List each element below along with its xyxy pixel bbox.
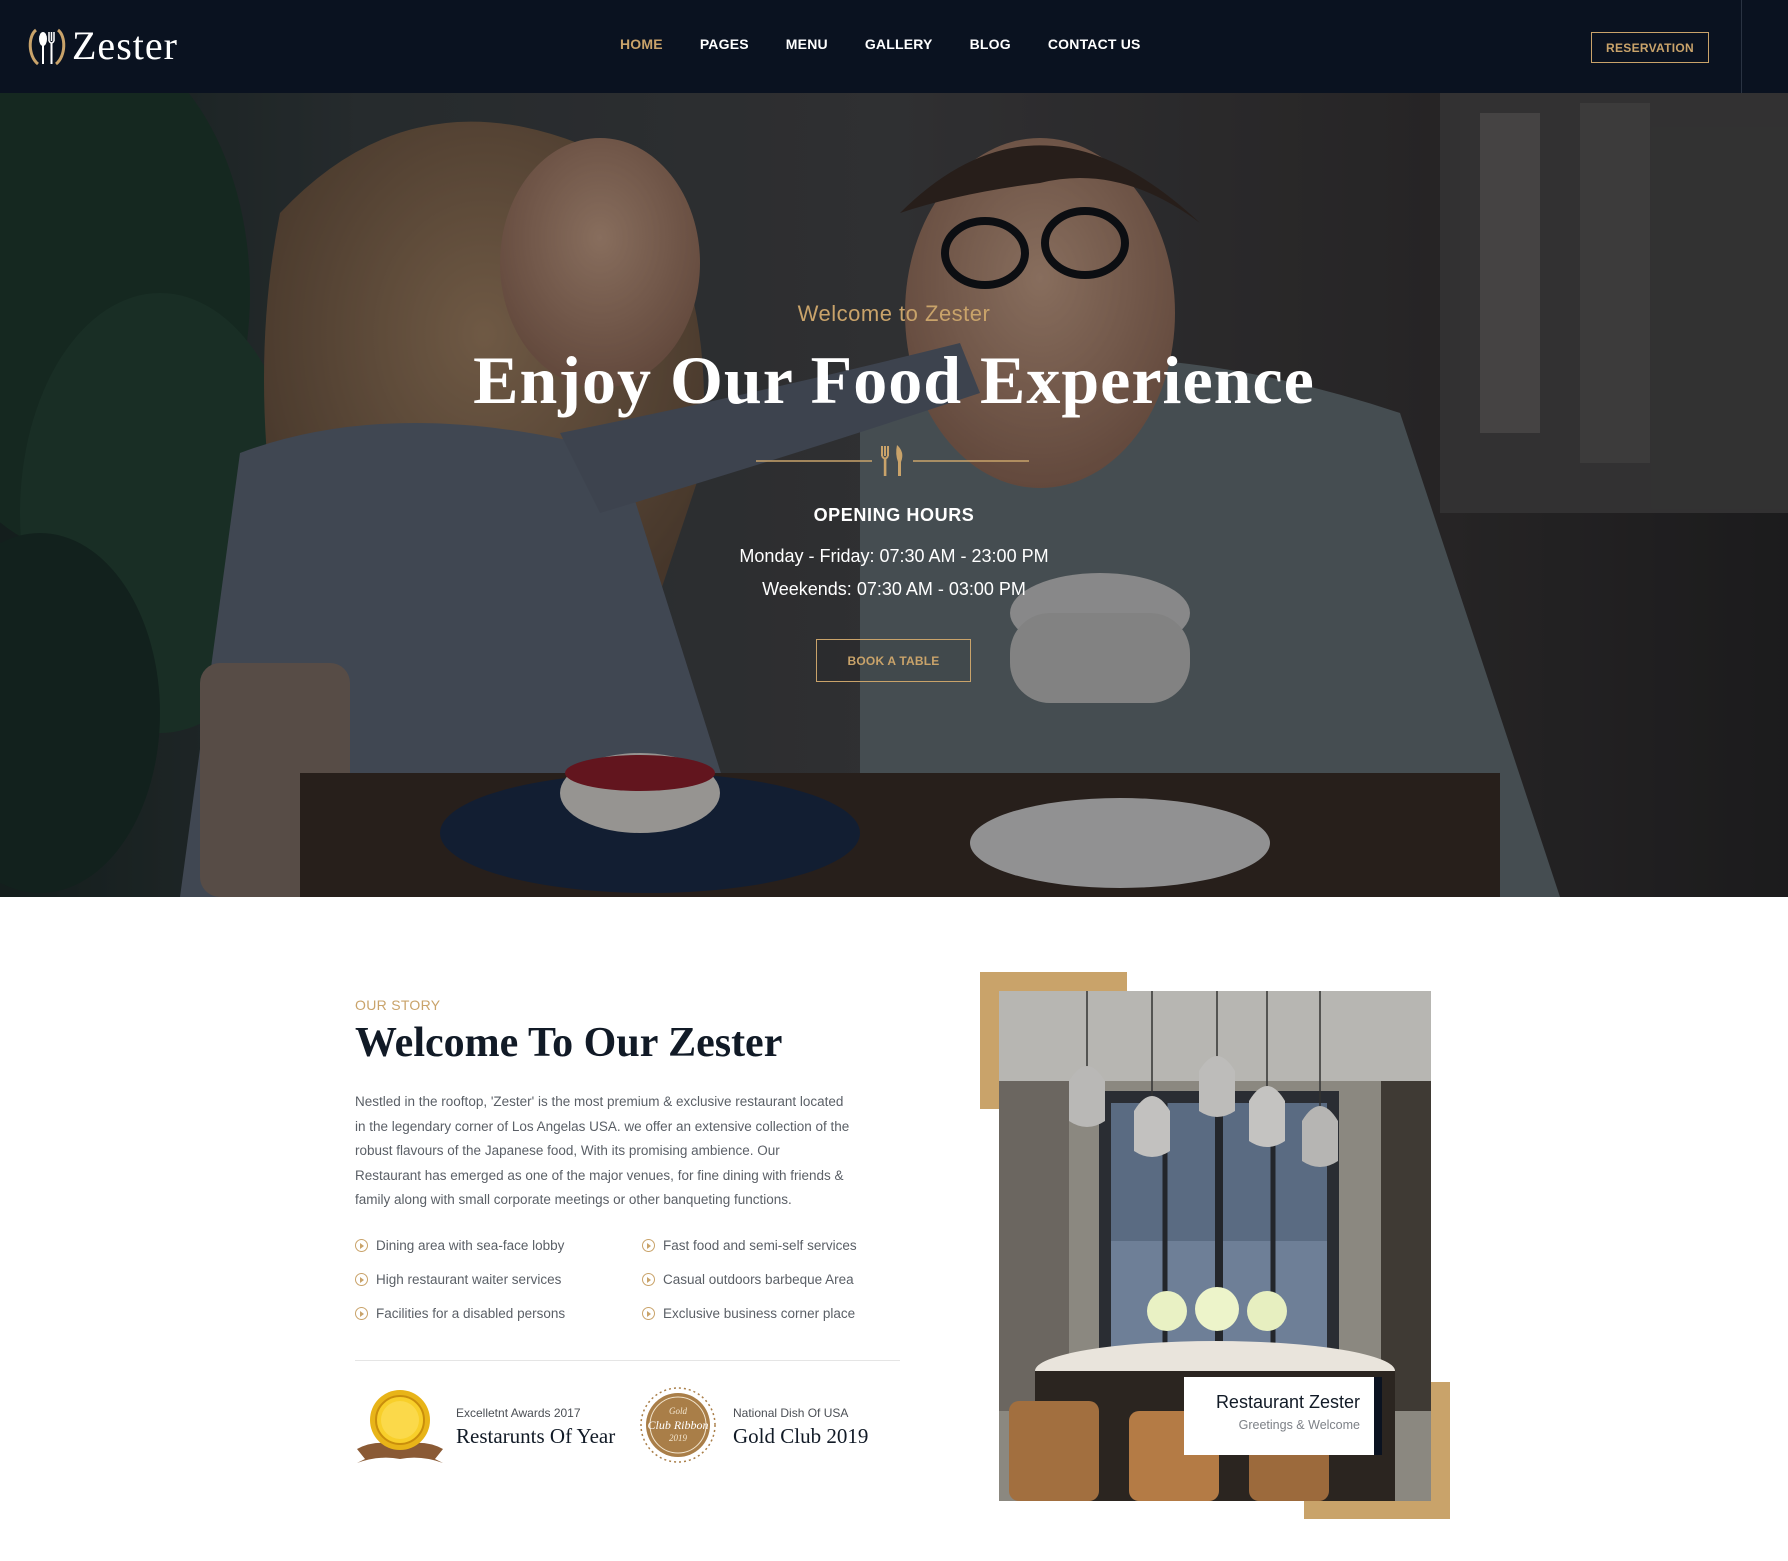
story-kicker: OUR STORY (355, 997, 441, 1013)
nav-menu[interactable]: MENU (786, 36, 828, 52)
nav-pages[interactable]: PAGES (700, 36, 749, 52)
story-title: Welcome To Our Zester (355, 1020, 783, 1066)
circle-arrow-icon (355, 1307, 368, 1320)
circle-arrow-icon (642, 1239, 655, 1252)
photo-caption-card: Restaurant Zester Greetings & Welcome (1184, 1377, 1374, 1455)
feature-label: Facilities for a disabled persons (376, 1306, 566, 1321)
book-a-table-button[interactable]: BOOK A TABLE (816, 639, 971, 682)
feature-item: High restaurant waiter services (355, 1272, 561, 1287)
story-paragraph-line: in the legendary corner of Los Angelas U… (355, 1118, 850, 1134)
hours-time: 07:30 AM - 03:00 PM (856, 579, 1026, 599)
hours-day-label: Monday - Friday: (739, 546, 875, 566)
circle-arrow-icon (642, 1273, 655, 1286)
gold-medal-icon (357, 1390, 443, 1463)
story-paragraph: Nestled in the rooftop, 'Zester' is the … (355, 1090, 905, 1213)
photo-card-subtitle: Greetings & Welcome (1238, 1418, 1360, 1432)
nav-contact-us[interactable]: CONTACT US (1048, 36, 1141, 52)
story-paragraph-line: Nestled in the rooftop, 'Zester' is the … (355, 1094, 844, 1109)
hours-weekdays: Monday - Friday: 07:30 AM - 23:00 PM (0, 546, 1788, 567)
award-title: Gold Club 2019 (733, 1423, 869, 1448)
nav-blog[interactable]: BLOG (970, 36, 1011, 52)
feature-item: Fast food and semi-self services (642, 1238, 857, 1253)
feature-label: Fast food and semi-self services (663, 1238, 857, 1253)
header-divider (1741, 0, 1742, 93)
circle-arrow-icon (355, 1239, 368, 1252)
hours-time: 07:30 AM - 23:00 PM (879, 546, 1049, 566)
main-nav: HOME PAGES MENU GALLERY BLOG CONTACT US (620, 36, 1178, 52)
feature-item: Casual outdoors barbeque Area (642, 1272, 854, 1287)
award-caption: Excelletnt Awards 2017 (456, 1405, 581, 1420)
divider (355, 1360, 900, 1361)
hero-title: Enjoy Our Food Experience (473, 342, 1315, 418)
badge-line: 2019 (669, 1433, 688, 1443)
fork-knife-icon (756, 445, 1029, 476)
feature-item: Facilities for a disabled persons (355, 1306, 565, 1321)
feature-label: High restaurant waiter services (376, 1272, 562, 1287)
logo[interactable]: Zester (26, 24, 178, 68)
feature-label: Casual outdoors barbeque Area (663, 1272, 854, 1287)
award-caption: National Dish Of USA (733, 1405, 849, 1420)
story-paragraph-line: Restaurant has emerged as one of the maj… (355, 1167, 844, 1183)
site-header: Zester HOME PAGES MENU GALLERY BLOG CONT… (0, 0, 1788, 93)
feature-label: Exclusive business corner place (663, 1306, 856, 1321)
story-paragraph-line: robust flavours of the Japanese food, Wi… (355, 1143, 780, 1158)
story-paragraph-line: family along with small corporate meetin… (355, 1192, 792, 1207)
photo-card-accent-bar (1374, 1377, 1382, 1455)
circle-arrow-icon (355, 1273, 368, 1286)
hero-section: Welcome to Zester Enjoy Our Food Experie… (0, 93, 1788, 897)
photo-card-title: Restaurant Zester (1215, 1392, 1360, 1412)
our-story-section: OUR STORY Welcome To Our Zester Nestled … (0, 897, 1788, 1561)
badge-line: Gold (669, 1406, 688, 1416)
circle-arrow-icon (642, 1307, 655, 1320)
feature-label: Dining area with sea-face lobby (376, 1238, 565, 1253)
award-gold-club: Gold Club Ribbon 2019 National Dish Of U… (640, 1387, 868, 1467)
feature-item: Exclusive business corner place (642, 1306, 855, 1321)
award-title: Restarunts Of Year (456, 1423, 616, 1448)
reservation-button[interactable]: RESERVATION (1591, 32, 1709, 63)
hero-kicker: Welcome to Zester (797, 301, 991, 326)
nav-home[interactable]: HOME (620, 36, 663, 52)
nav-gallery[interactable]: GALLERY (865, 36, 933, 52)
club-ribbon-badge-icon: Gold Club Ribbon 2019 (640, 1387, 716, 1463)
logo-text: Zester (72, 23, 178, 68)
opening-hours-title: OPENING HOURS (813, 505, 975, 525)
award-text: National Dish Of USA Gold Club 2019 (733, 1406, 868, 1449)
hours-day-label: Weekends: (762, 579, 852, 599)
logo-cutlery-icon (28, 28, 66, 66)
badge-line: Club Ribbon (647, 1418, 708, 1432)
award-restaurants-of-year: Excelletnt Awards 2017 Restarunts Of Yea… (355, 1387, 615, 1467)
hours-weekends: Weekends: 07:30 AM - 03:00 PM (0, 579, 1788, 600)
hero-content: Welcome to Zester Enjoy Our Food Experie… (0, 93, 1788, 897)
award-text: Excelletnt Awards 2017 Restarunts Of Yea… (456, 1406, 615, 1449)
feature-item: Dining area with sea-face lobby (355, 1238, 564, 1253)
